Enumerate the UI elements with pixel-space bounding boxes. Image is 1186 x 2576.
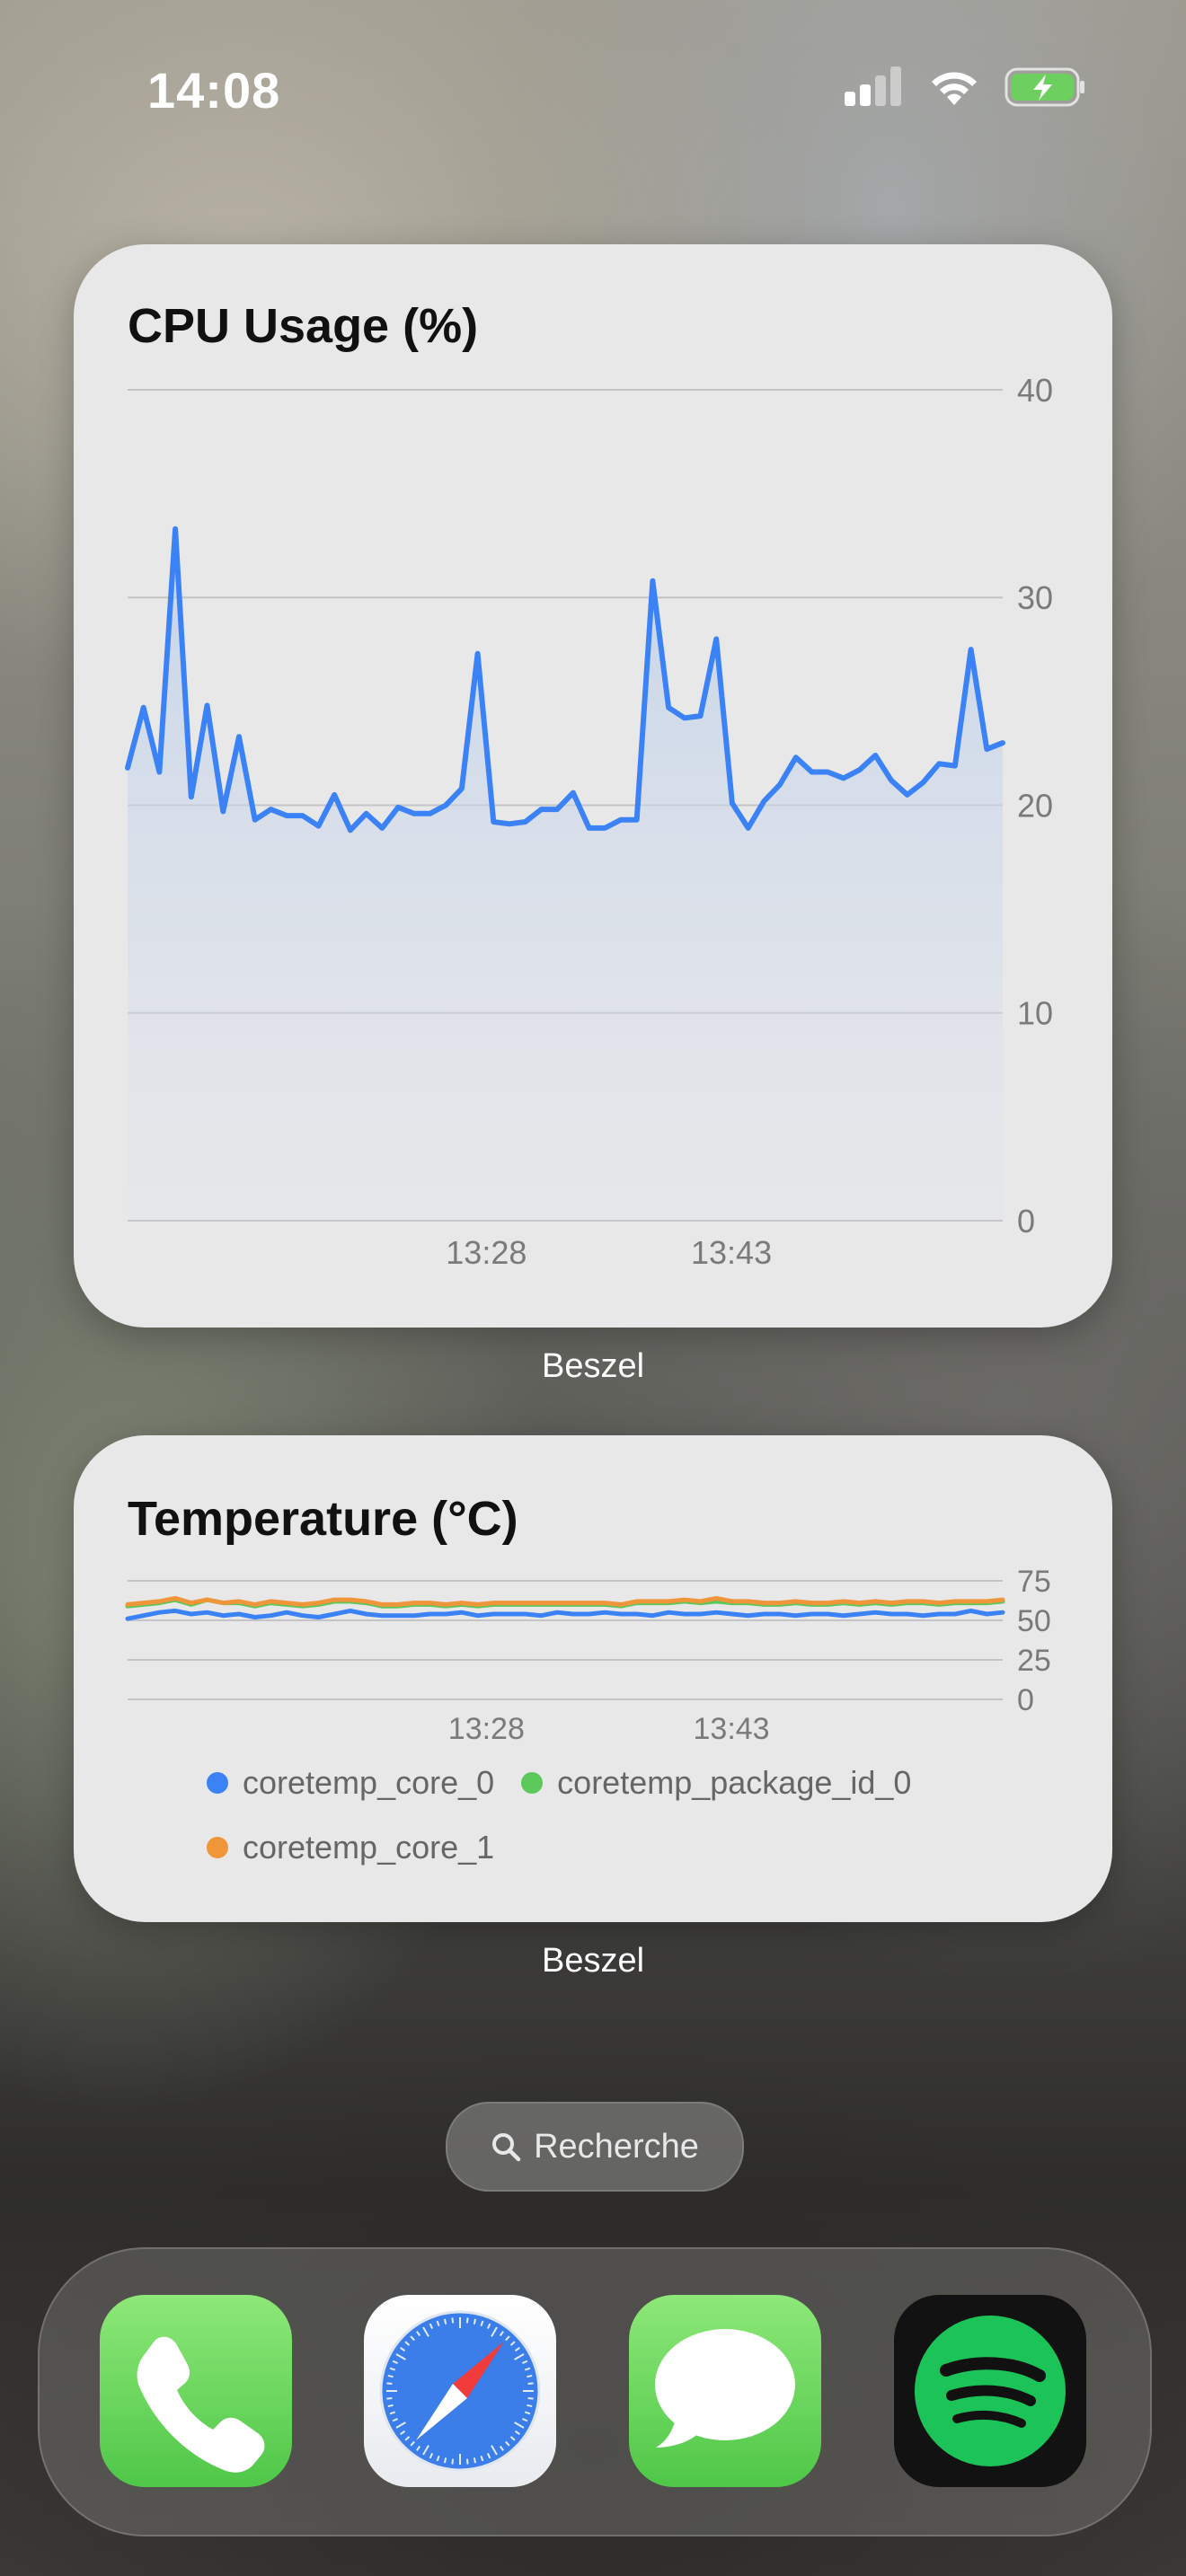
series-area [128,528,1003,1221]
legend: coretemp_core_0 coretemp_package_id_0 co… [207,1764,1069,1866]
legend-item: coretemp_package_id_0 [521,1764,911,1802]
y-tick-label: 30 [1017,579,1053,616]
compass-tick [386,2396,393,2400]
cellular-signal-icon [845,66,901,106]
series-line [125,1595,1005,1607]
dock-app-spotify[interactable] [894,2295,1086,2487]
wifi-icon [932,72,977,105]
y-tick-label: 10 [1017,995,1053,1032]
dock-app-messages[interactable] [629,2295,821,2487]
legend-label: coretemp_package_id_0 [557,1764,912,1801]
legend-item: coretemp_core_0 [207,1764,494,1802]
status-icons [845,66,1087,108]
compass-tick [473,2318,477,2325]
compass-tick [527,2382,534,2386]
legend-dot [207,1837,228,1858]
phone-icon [137,2336,265,2473]
compass-tick [451,2317,455,2324]
x-tick-label: 13:43 [694,1712,770,1746]
battery-charging-icon [1005,67,1084,107]
legend-dot [521,1772,544,1794]
y-tick-label: 20 [1017,787,1053,824]
compass-tick [387,2404,394,2408]
temperature-widget[interactable]: Temperature (°C) 75 50 25 0 13:28 13:43 coret… [74,1435,1112,1922]
cpu-usage-chart: 40 30 20 10 0 13:28 13:43 [125,372,1053,1271]
search-button[interactable]: Recherche [446,2102,744,2192]
compass-tick [527,2404,533,2408]
dock-app-phone[interactable] [100,2295,292,2487]
search-label: Recherche [534,2127,699,2166]
compass-tick [451,2458,455,2465]
legend-label: coretemp_core_1 [243,1829,495,1866]
y-tick-label: 0 [1017,1683,1034,1717]
safari-compass-icon [379,2310,541,2472]
compass-tick [386,2382,393,2386]
y-tick-label: 40 [1017,372,1053,409]
legend-item: coretemp_core_1 [207,1829,494,1866]
messages-bubble-icon [655,2329,795,2448]
compass-tick [465,2458,469,2465]
compass-tick [473,2457,477,2464]
widget-caption: Beszel [541,1942,645,1980]
series-line [125,1608,1005,1621]
status-time: 14:08 [147,62,281,119]
y-tick-label: 75 [1017,1565,1051,1599]
compass-tick [387,2374,394,2378]
x-tick-label: 13:28 [448,1712,525,1746]
y-tick-label: 25 [1017,1644,1051,1678]
y-tick-label: 0 [1017,1203,1035,1239]
spotify-icon [915,2316,1066,2466]
compass-tick [527,2396,534,2400]
dock-app-safari[interactable] [364,2295,556,2487]
compass-tick [527,2374,533,2378]
legend-label: coretemp_core_0 [243,1764,495,1801]
y-tick-label: 50 [1017,1604,1051,1638]
compass-tick [443,2457,447,2464]
cpu-usage-widget[interactable]: CPU Usage (%) 40 30 20 10 0 13:28 13:43 [74,244,1112,1328]
compass-tick [443,2318,447,2325]
widget-caption: Beszel [541,1347,645,1385]
search-icon [492,2133,521,2162]
compass-tick [465,2317,469,2324]
legend-dot [207,1772,228,1794]
x-tick-label: 13:28 [446,1234,527,1271]
x-tick-label: 13:43 [691,1234,772,1271]
